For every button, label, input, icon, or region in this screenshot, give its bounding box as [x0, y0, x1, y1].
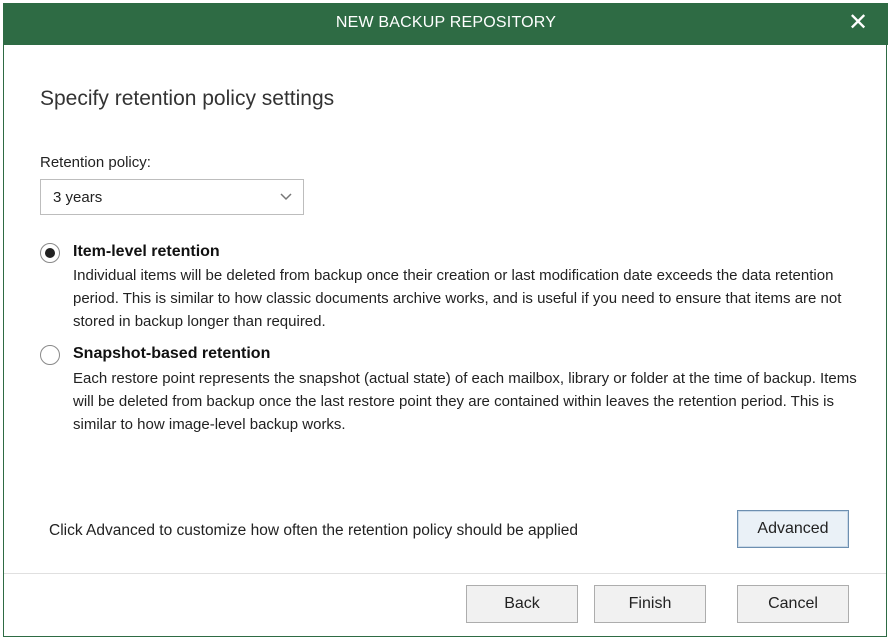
item-level-retention-description: Individual items will be deleted from ba… — [73, 267, 842, 330]
back-button[interactable]: Back — [466, 585, 578, 623]
cancel-button[interactable]: Cancel — [737, 585, 849, 623]
snapshot-based-retention-description: Each restore point represents the snapsh… — [73, 370, 857, 433]
close-button[interactable]: ✕ — [844, 9, 872, 37]
dialog-window: NEW BACKUP REPOSITORY ✕ Specify retentio… — [3, 3, 888, 637]
footer-divider — [4, 573, 886, 574]
close-icon: ✕ — [847, 9, 869, 36]
window-title: NEW BACKUP REPOSITORY — [335, 14, 557, 31]
retention-policy-select[interactable]: 3 years — [40, 179, 304, 215]
snapshot-based-retention-label: Snapshot-based retention — [73, 345, 271, 362]
item-level-retention-label: Item-level retention — [73, 243, 220, 260]
item-level-retention-radio[interactable] — [40, 243, 60, 263]
page-title: Specify retention policy settings — [40, 87, 335, 110]
title-bar: NEW BACKUP REPOSITORY ✕ — [4, 3, 888, 45]
retention-policy-label: Retention policy: — [40, 154, 151, 171]
finish-button[interactable]: Finish — [594, 585, 706, 623]
advanced-button[interactable]: Advanced — [737, 510, 849, 548]
snapshot-based-retention-radio[interactable] — [40, 345, 60, 365]
chevron-down-icon — [280, 193, 292, 201]
retention-policy-value: 3 years — [53, 189, 103, 206]
advanced-hint: Click Advanced to customize how often th… — [49, 522, 579, 539]
